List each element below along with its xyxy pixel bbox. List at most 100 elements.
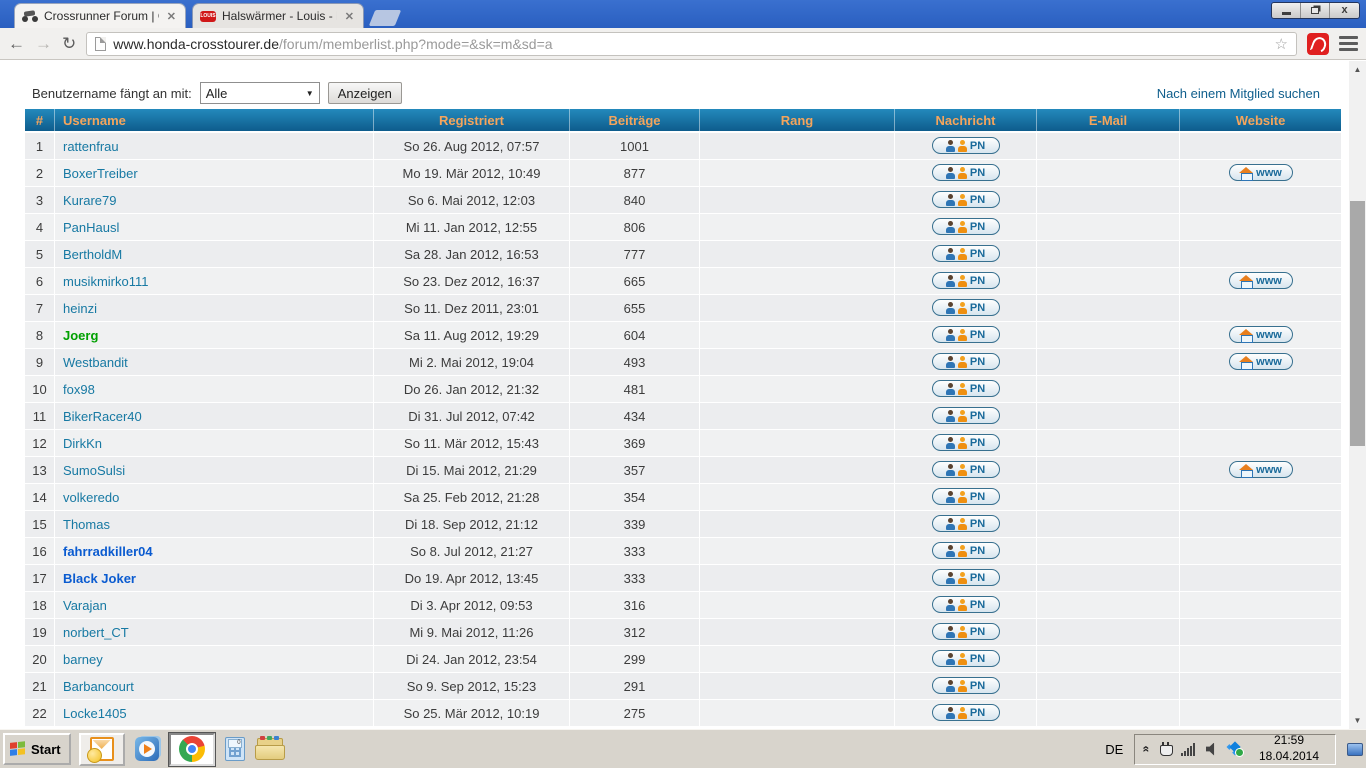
minimize-button[interactable] (1272, 3, 1301, 18)
restore-button[interactable] (1301, 3, 1330, 18)
col-header-username[interactable]: Username (55, 109, 374, 133)
username-link[interactable]: Locke1405 (63, 706, 127, 721)
pn-button[interactable]: PN (932, 353, 1000, 370)
bookmark-star-icon[interactable]: ☆ (1275, 35, 1288, 53)
username-link[interactable]: norbert_CT (63, 625, 129, 640)
username-link[interactable]: Barbancourt (63, 679, 134, 694)
scroll-up-icon[interactable]: ▲ (1349, 61, 1366, 78)
pn-button-label: PN (970, 680, 985, 692)
pn-button[interactable]: PN (932, 569, 1000, 586)
person-icon (946, 194, 955, 206)
vertical-scrollbar[interactable]: ▲ ▼ (1349, 61, 1366, 729)
username-link[interactable]: Black Joker (63, 571, 136, 586)
language-indicator[interactable]: DE (1105, 742, 1123, 757)
show-desktop-button[interactable] (1347, 743, 1363, 756)
username-link[interactable]: Joerg (63, 328, 98, 343)
start-button[interactable]: Start (3, 733, 71, 765)
pn-button[interactable]: PN (932, 164, 1000, 181)
table-row: 2BoxerTreiberMo 19. Mär 2012, 10:49877PN… (25, 160, 1341, 187)
avira-extension-icon[interactable] (1307, 33, 1329, 55)
power-plug-icon[interactable] (1159, 742, 1172, 756)
www-button[interactable]: www (1229, 164, 1293, 181)
tray-clock[interactable]: 21:59 18.04.2014 (1251, 733, 1327, 764)
username-filter-select[interactable]: Alle ▼ (200, 82, 320, 104)
pn-button[interactable]: PN (932, 434, 1000, 451)
person-icon (958, 437, 967, 449)
pn-button[interactable]: PN (932, 191, 1000, 208)
username-link[interactable]: DirkKn (63, 436, 102, 451)
username-link[interactable]: fox98 (63, 382, 95, 397)
taskbar-calculator-button[interactable] (225, 733, 245, 766)
username-link[interactable]: rattenfrau (63, 139, 119, 154)
speaker-icon[interactable] (1206, 743, 1219, 756)
new-tab-button[interactable] (369, 10, 401, 26)
username-link[interactable]: volkeredo (63, 490, 119, 505)
username-link[interactable]: PanHausl (63, 220, 119, 235)
pn-button[interactable]: PN (932, 272, 1000, 289)
address-bar[interactable]: www.honda-crosstourer.de/forum/memberlis… (86, 32, 1297, 56)
pn-button[interactable]: PN (932, 704, 1000, 721)
tab-crossrunner-forum[interactable]: Crossrunner Forum | Crossto ✕ (14, 3, 186, 28)
person-icon (958, 410, 967, 422)
username-link[interactable]: BertholdM (63, 247, 122, 262)
col-header-website[interactable]: Website (1180, 109, 1341, 133)
tab-close-icon[interactable]: ✕ (343, 10, 356, 23)
back-button[interactable]: ← (8, 35, 25, 52)
pn-button[interactable]: PN (932, 299, 1000, 316)
taskbar-chrome-button[interactable] (169, 733, 215, 766)
member-search-link[interactable]: Nach einem Mitglied suchen (1157, 86, 1320, 101)
pn-button[interactable]: PN (932, 596, 1000, 613)
username-link[interactable]: Varajan (63, 598, 107, 613)
pn-button[interactable]: PN (932, 488, 1000, 505)
username-link[interactable]: fahrradkiller04 (63, 544, 153, 559)
col-header-message[interactable]: Nachricht (895, 109, 1037, 133)
pn-button[interactable]: PN (932, 380, 1000, 397)
posts-cell: 291 (570, 673, 700, 700)
username-link[interactable]: heinzi (63, 301, 97, 316)
col-header-number[interactable]: # (25, 109, 55, 133)
pn-button[interactable]: PN (932, 137, 1000, 154)
username-link[interactable]: BikerRacer40 (63, 409, 142, 424)
username-link[interactable]: musikmirko111 (63, 274, 148, 289)
www-button[interactable]: www (1229, 353, 1293, 370)
tab-louis-shop[interactable]: LOUIS Halswärmer - Louis - Motorra ✕ (192, 3, 364, 28)
col-header-registered[interactable]: Registriert (374, 109, 570, 133)
pn-button[interactable]: PN (932, 623, 1000, 640)
dropbox-icon[interactable] (1228, 742, 1242, 756)
username-link[interactable]: Kurare79 (63, 193, 116, 208)
www-button[interactable]: www (1229, 461, 1293, 478)
close-button[interactable]: x (1330, 3, 1359, 18)
network-signal-icon[interactable] (1181, 743, 1197, 756)
reload-button[interactable]: ↻ (62, 35, 76, 52)
show-button[interactable]: Anzeigen (328, 82, 402, 104)
scroll-down-icon[interactable]: ▼ (1349, 712, 1366, 729)
taskbar-outlook-button[interactable] (79, 733, 125, 766)
pn-button[interactable]: PN (932, 461, 1000, 478)
pn-button[interactable]: PN (932, 542, 1000, 559)
col-header-rank[interactable]: Rang (700, 109, 895, 133)
pn-button[interactable]: PN (932, 515, 1000, 532)
pn-button[interactable]: PN (932, 407, 1000, 424)
rank-cell (700, 241, 895, 268)
pn-button[interactable]: PN (932, 650, 1000, 667)
col-header-email[interactable]: E-Mail (1037, 109, 1180, 133)
pn-button[interactable]: PN (932, 218, 1000, 235)
taskbar-mediaplayer-button[interactable] (135, 733, 159, 766)
taskbar-folder-button[interactable] (255, 733, 283, 766)
pn-button[interactable]: PN (932, 245, 1000, 262)
www-button[interactable]: www (1229, 272, 1293, 289)
pn-button[interactable]: PN (932, 326, 1000, 343)
tab-close-icon[interactable]: ✕ (165, 10, 178, 23)
username-link[interactable]: SumoSulsi (63, 463, 125, 478)
scrollbar-thumb[interactable] (1350, 201, 1365, 446)
pn-button[interactable]: PN (932, 677, 1000, 694)
username-link[interactable]: Westbandit (63, 355, 128, 370)
username-link[interactable]: barney (63, 652, 103, 667)
username-link[interactable]: Thomas (63, 517, 110, 532)
forward-button[interactable]: → (35, 35, 52, 52)
col-header-posts[interactable]: Beiträge (570, 109, 700, 133)
chrome-menu-icon[interactable] (1339, 36, 1358, 51)
show-hidden-icons-icon[interactable]: « (1140, 746, 1154, 753)
username-link[interactable]: BoxerTreiber (63, 166, 138, 181)
www-button[interactable]: www (1229, 326, 1293, 343)
